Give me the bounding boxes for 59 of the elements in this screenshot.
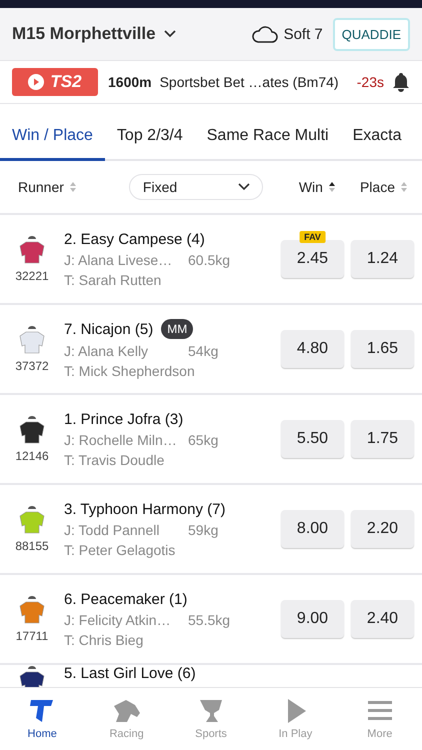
trainer-name: T: Mick Shepherdson <box>64 363 196 379</box>
win-odds-button[interactable]: 8.00 <box>281 510 344 548</box>
runner-tag: MM <box>161 319 194 339</box>
win-odds-button[interactable]: 5.50 <box>281 420 344 458</box>
form-figures: 12146 <box>15 449 49 463</box>
quaddie-button[interactable]: QUADDIE <box>332 18 410 50</box>
form-figures: 37372 <box>15 359 49 373</box>
nav-tab[interactable]: Home <box>0 688 84 750</box>
runner-sort-header[interactable]: Runner <box>18 179 77 195</box>
place-odds-button[interactable]: 1.75 <box>351 420 414 458</box>
place-sort-header[interactable]: Place <box>360 179 408 195</box>
runner-weight: 60.5kg <box>188 252 230 268</box>
track-condition: Soft 7 <box>284 26 323 42</box>
trainer-name: T: Peter Gelagotis <box>64 542 176 558</box>
market-tab[interactable]: Same Race Multi <box>194 112 341 161</box>
jockey-name: J: Alana Kelly <box>64 343 150 359</box>
runner-weight: 55.5kg <box>188 612 230 628</box>
market-tab[interactable]: Top 2/3/4 <box>104 112 195 161</box>
trainer-name: T: Chris Bieg <box>64 632 144 648</box>
runner-name: 7. Nicajon (5) <box>64 320 154 338</box>
runner-name: 5. Last Girl Love (6) <box>64 665 196 682</box>
favourite-tag: FAV <box>299 231 326 243</box>
win-odds-button[interactable]: 4.80 <box>281 330 344 368</box>
place-odds-button[interactable]: 1.65 <box>351 330 414 368</box>
runner-weight: 54kg <box>188 343 218 359</box>
channel-badge[interactable]: TS2 <box>12 68 98 96</box>
runner-weight: 59kg <box>188 522 218 538</box>
play-icon <box>28 74 44 90</box>
place-odds-button[interactable]: 1.24 <box>351 240 414 278</box>
jockey-name: J: Todd Pannell <box>64 522 160 538</box>
chevron-down-icon <box>238 183 250 191</box>
jockey-name: J: Rochelle Miln… <box>64 432 174 448</box>
runner-weight: 65kg <box>188 432 218 448</box>
jockey-name: J: Felicity Atkin… <box>64 612 172 628</box>
market-tab[interactable]: Exacta <box>340 112 414 161</box>
form-figures: 17711 <box>16 629 48 643</box>
price-type-dropdown[interactable]: Fixed <box>128 174 263 200</box>
chevron-down-icon <box>164 30 176 38</box>
win-odds-button[interactable]: 9.00 <box>281 600 344 638</box>
trainer-name: T: Sarah Rutten <box>64 272 162 288</box>
runner-name: 6. Peacemaker (1) <box>64 590 188 608</box>
win-odds-button[interactable]: 2.45 <box>281 240 344 278</box>
place-odds-button[interactable]: 2.20 <box>351 510 414 548</box>
win-sort-header[interactable]: Win <box>298 179 336 195</box>
runner-name: 3. Typhoon Harmony (7) <box>64 500 226 518</box>
runner-name: 2. Easy Campese (4) <box>64 230 205 248</box>
runner-name: 1. Prince Jofra (3) <box>64 410 184 428</box>
countdown: -23s <box>356 74 384 90</box>
market-tab[interactable]: Win / Place <box>0 112 105 161</box>
race-name: Sportsbet Bet …ates (Bm74) <box>160 74 340 90</box>
bell-icon[interactable] <box>392 72 410 92</box>
cloud-icon <box>252 24 278 44</box>
trainer-name: T: Travis Doudle <box>64 452 166 468</box>
form-figures: 88155 <box>15 539 49 553</box>
place-odds-button[interactable]: 2.40 <box>351 600 414 638</box>
form-figures: 32221 <box>15 269 49 283</box>
race-distance: 1600m <box>108 74 152 90</box>
venue-selector[interactable]: M15 Morphettville <box>12 24 176 44</box>
jockey-name: J: Alana Livese… <box>64 252 174 268</box>
